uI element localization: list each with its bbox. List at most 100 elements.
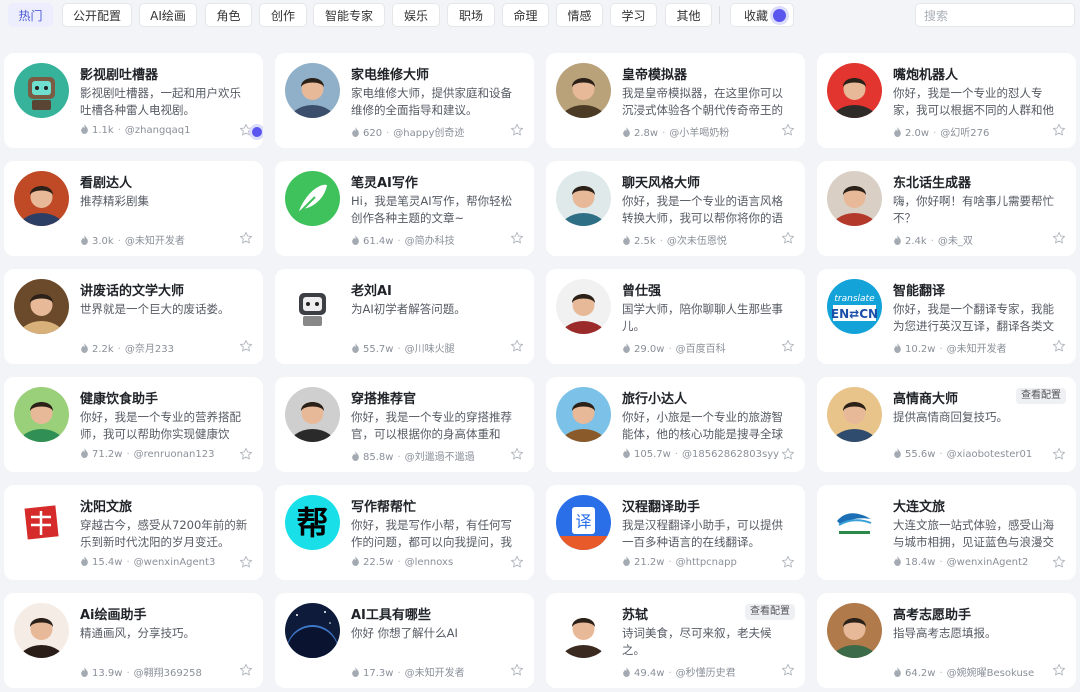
favorites-tab[interactable]: 收藏 bbox=[730, 3, 794, 27]
tab-6[interactable]: 娱乐 bbox=[392, 3, 440, 27]
agent-author: @百度百科 bbox=[675, 344, 726, 355]
agent-title: 健康饮食助手 bbox=[80, 392, 159, 407]
writer-icon bbox=[14, 279, 69, 334]
agent-card[interactable]: Ai绘画助手 精通画风，分享技巧。 13.9w · @翱翔369258 bbox=[4, 593, 263, 688]
agent-meta: 21.2w · @httpcnapp bbox=[622, 556, 737, 568]
star-icon[interactable] bbox=[781, 663, 795, 677]
favorites-indicator-icon bbox=[773, 9, 786, 22]
tab-7[interactable]: 职场 bbox=[447, 3, 495, 27]
agent-card[interactable]: 沈阳文旅 穿越古今，感受从7200年前的新乐到新时代沈阳的岁月变迁。 15.4w… bbox=[4, 485, 263, 580]
agent-card[interactable]: 老刘AI 为AI初学者解答问题。 55.7w · @川味火腿 bbox=[275, 269, 534, 364]
view-config-button[interactable]: 查看配置 bbox=[1016, 388, 1066, 404]
agent-meta: 2.0w · @幻听276 bbox=[893, 124, 989, 139]
star-icon[interactable] bbox=[510, 663, 524, 677]
agent-card[interactable]: 帮 写作帮帮忙 你好，我是写作小帮，有任何写作的问题，都可以向我提问，我们… 2… bbox=[275, 485, 534, 580]
agent-card[interactable]: 大连文旅 大连文旅一站式体验，感受山海与城市相拥，见证蓝色与浪漫交融! 18.4… bbox=[817, 485, 1076, 580]
agent-meta: 2.5k · @次未伍恩悦 bbox=[622, 232, 727, 247]
agent-card[interactable]: 嘴炮机器人 你好，我是一个专业的怼人专家，我可以根据不同的人群和他们的… 2.0… bbox=[817, 53, 1076, 148]
agent-card[interactable]: 皇帝模拟器 我是皇帝模拟器，在这里你可以沉浸式体验各个朝代传奇帝王的一… 2.8… bbox=[546, 53, 805, 148]
tab-11[interactable]: 其他 bbox=[665, 3, 712, 27]
star-icon[interactable] bbox=[781, 447, 795, 461]
star-icon[interactable] bbox=[239, 555, 253, 569]
star-icon[interactable] bbox=[781, 555, 795, 569]
star-icon[interactable] bbox=[1052, 663, 1066, 677]
meta-separator: · bbox=[117, 344, 121, 355]
meta-separator: · bbox=[126, 557, 130, 568]
star-icon[interactable] bbox=[510, 339, 524, 353]
tab-1[interactable]: 公开配置 bbox=[62, 3, 132, 27]
view-config-button[interactable]: 查看配置 bbox=[745, 604, 795, 620]
usage-count: 1.1k bbox=[92, 125, 114, 136]
star-icon[interactable] bbox=[510, 231, 524, 245]
meta-separator: · bbox=[126, 449, 130, 460]
wave-logo-icon bbox=[827, 495, 882, 550]
star-icon[interactable] bbox=[1052, 339, 1066, 353]
category-bar: 其他 学习 情感 命理 职场 娱乐 智能专家 创作 角色 AI绘画 公开配置 热门 收藏 搜索 bbox=[0, 0, 1080, 30]
star-icon[interactable] bbox=[1052, 555, 1066, 569]
tab-2[interactable]: AI绘画 bbox=[139, 3, 197, 27]
agent-card[interactable]: 曾仕强 国学大师，陪你聊聊人生那些事儿。 29.0w · @百度百科 bbox=[546, 269, 805, 364]
tab-4[interactable]: 创作 bbox=[259, 3, 307, 27]
translate-icon: translate EN⇄CN bbox=[827, 279, 882, 334]
flame-icon bbox=[81, 667, 88, 677]
meta-separator: · bbox=[117, 236, 121, 247]
agent-title: 旅行小达人 bbox=[622, 392, 688, 407]
agent-description: 你好，小旅是一个专业的旅游智能体，他的核心功能是搜寻全球各… bbox=[622, 410, 783, 441]
tab-8[interactable]: 命理 bbox=[502, 3, 549, 27]
tab-0[interactable]: 热门 bbox=[8, 3, 53, 27]
star-icon[interactable] bbox=[239, 339, 253, 353]
star-icon[interactable] bbox=[510, 123, 524, 137]
tab-3[interactable]: 角色 bbox=[205, 3, 252, 27]
robot-icon bbox=[285, 279, 340, 334]
usage-count: 22.5w bbox=[363, 557, 394, 568]
star-icon[interactable] bbox=[781, 339, 795, 353]
star-icon[interactable] bbox=[239, 447, 253, 461]
tab-9[interactable]: 情感 bbox=[556, 3, 603, 27]
agent-title: 大连文旅 bbox=[893, 500, 946, 515]
meta-separator: · bbox=[939, 668, 943, 679]
agent-card[interactable]: 聊天风格大师 你好，我是一个专业的语言风格转换大师，我可以帮你将你的语言… 2.… bbox=[546, 161, 805, 256]
search-input[interactable]: 搜索 bbox=[915, 3, 1075, 27]
meta-separator: · bbox=[668, 344, 672, 355]
agent-card[interactable]: 苏轼 诗词美食，尽可来叙，老夫候之。 49.4w · @秒懂历史君 查看配置 bbox=[546, 593, 805, 688]
star-icon[interactable] bbox=[1052, 123, 1066, 137]
agent-card[interactable]: 讲废话的文学大师 世界就是一个巨大的废话娄。 2.2k · @奈月233 bbox=[4, 269, 263, 364]
agent-card[interactable]: AI工具有哪些 你好 你想了解什么AI 17.3w · @未知开发者 bbox=[275, 593, 534, 688]
agent-card[interactable]: 高考志愿助手 指导高考志愿填报。 64.2w · @婉婉曜Besokuse bbox=[817, 593, 1076, 688]
agent-description: 你好，我是一个翻译专家，我能为您进行英汉互译，翻译各类文章… bbox=[893, 302, 1054, 333]
agent-card[interactable]: 东北话生成器 嗨，你好啊！有啥事儿需要帮忙不？ 2.4k · @未_双 bbox=[817, 161, 1076, 256]
star-icon[interactable] bbox=[781, 231, 795, 245]
agent-card[interactable]: 译 汉程翻译助手 我是汉程翻译小助手，可以提供一百多种语言的在线翻译。 21.2… bbox=[546, 485, 805, 580]
tab-10[interactable]: 学习 bbox=[610, 3, 657, 27]
star-icon[interactable] bbox=[239, 123, 253, 137]
agent-meta: 61.4w · @简办科技 bbox=[351, 232, 455, 247]
agent-card[interactable]: 笔灵AI写作 Hi，我是笔灵AI写作，帮你轻松创作各种主题的文章~ 61.4w ·… bbox=[275, 161, 534, 256]
star-icon[interactable] bbox=[239, 663, 253, 677]
star-icon[interactable] bbox=[1052, 231, 1066, 245]
agent-card[interactable]: 影视剧吐槽器 影视剧吐槽器，一起和用户欢乐吐槽各种雷人电视剧。 1.1k · @zh… bbox=[4, 53, 263, 148]
meta-separator: · bbox=[933, 128, 937, 139]
agent-title: 智能翻译 bbox=[893, 284, 946, 299]
agent-title: 苏轼 bbox=[622, 608, 649, 623]
traveler-icon bbox=[556, 387, 611, 442]
flame-icon bbox=[352, 235, 359, 245]
agent-card[interactable]: 穿搭推荐官 你好，我是一个专业的穿搭推荐官，可以根据你的身高体重和需… 85.8… bbox=[275, 377, 534, 472]
agent-author: @xiaobotester01 bbox=[946, 449, 1033, 460]
star-icon[interactable] bbox=[1052, 447, 1066, 461]
usage-count: 2.8w bbox=[634, 128, 659, 139]
star-icon[interactable] bbox=[239, 231, 253, 245]
agent-card[interactable]: 高情商大师 提供高情商回复技巧。 55.6w · @xiaobotester01 查… bbox=[817, 377, 1076, 472]
agent-card[interactable]: 健康饮食助手 你好，我是一个专业的营养搭配师，我可以帮助你实现健康饮食… 71.… bbox=[4, 377, 263, 472]
flame-icon bbox=[623, 235, 630, 245]
agent-meta: 2.8w · @小羊喝奶粉 bbox=[622, 124, 729, 139]
star-icon[interactable] bbox=[781, 123, 795, 137]
tab-5[interactable]: 智能专家 bbox=[313, 3, 385, 27]
agent-card[interactable]: 旅行小达人 你好，小旅是一个专业的旅游智能体，他的核心功能是搜寻全球各… 105… bbox=[546, 377, 805, 472]
agent-card[interactable]: 看剧达人 推荐精彩剧集 3.0k · @未知开发者 bbox=[4, 161, 263, 256]
star-icon[interactable] bbox=[510, 555, 524, 569]
agent-card[interactable]: translate EN⇄CN 智能翻译 你好，我是一个翻译专家，我能为您进行英… bbox=[817, 269, 1076, 364]
agent-card[interactable]: 家电维修大师 家电维修大师，提供家庭和设备维修的全面指导和建议。 620 · @ha… bbox=[275, 53, 534, 148]
agent-title: 影视剧吐槽器 bbox=[80, 68, 159, 83]
agent-meta: 620 · @happy创奇迹 bbox=[351, 124, 464, 139]
star-icon[interactable] bbox=[510, 447, 524, 461]
